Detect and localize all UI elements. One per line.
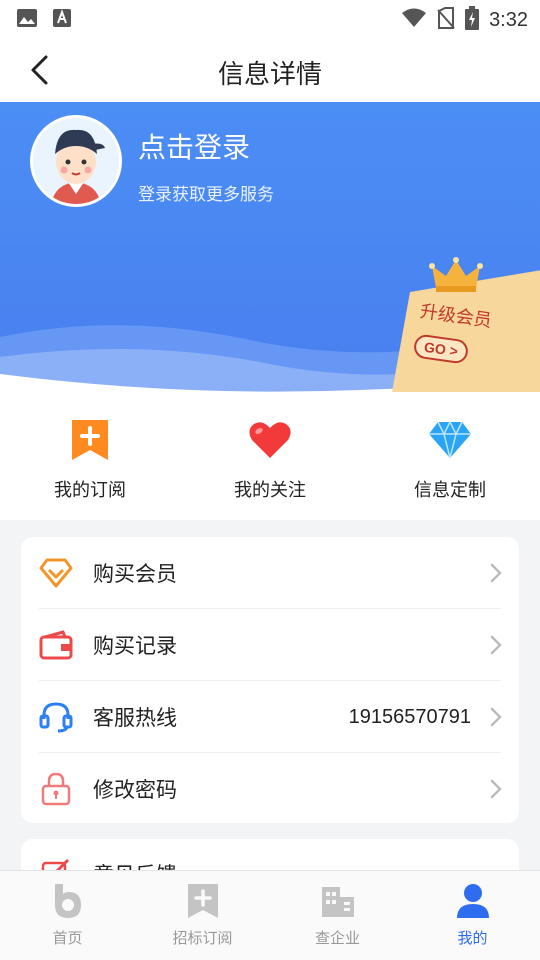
menu-item-hotline[interactable]: 客服热线 19156570791 — [21, 681, 519, 753]
tab-label: 我的 — [457, 929, 488, 947]
tab-home[interactable]: 首页 — [0, 871, 135, 960]
building-icon — [318, 881, 358, 921]
status-time: 3:32 — [489, 8, 528, 31]
chevron-right-icon — [490, 635, 502, 655]
no-sim-icon — [437, 7, 455, 33]
tab-label: 查企业 — [314, 929, 360, 947]
heart-icon — [246, 416, 294, 464]
quick-action-label: 我的订阅 — [54, 480, 126, 501]
avatar[interactable] — [30, 115, 122, 207]
status-bar: 3:32 — [0, 0, 540, 36]
quick-action-subscribe[interactable]: 我的订阅 — [0, 392, 180, 520]
diamond-icon — [426, 416, 474, 464]
settings-menu-card: 购买会员 购买记录 客服热线 19156570791 修改密码 — [21, 537, 519, 823]
wifi-icon — [401, 8, 427, 32]
home-b-icon — [48, 881, 88, 921]
menu-item-label: 购买会员 — [93, 562, 177, 586]
chevron-right-icon — [490, 707, 502, 727]
user-icon — [453, 881, 493, 921]
hotline-number: 19156570791 — [348, 705, 471, 728]
bottom-tab-bar: 首页 招标订阅 查企业 我的 — [0, 870, 540, 960]
quick-action-follow[interactable]: 我的关注 — [180, 392, 360, 520]
vip-diamond-icon — [39, 556, 73, 590]
login-subtitle: 登录获取更多服务 — [138, 185, 274, 205]
page-title: 信息详情 — [217, 60, 322, 90]
tab-company-search[interactable]: 查企业 — [270, 871, 405, 960]
crown-icon — [429, 257, 483, 292]
chevron-right-icon — [490, 563, 502, 583]
menu-item-buy-vip[interactable]: 购买会员 — [21, 537, 519, 609]
menu-item-change-password[interactable]: 修改密码 — [21, 753, 519, 825]
nav-bar: 信息详情 — [0, 36, 540, 102]
headset-icon — [39, 700, 73, 734]
tab-mine[interactable]: 我的 — [405, 871, 540, 960]
tab-bid-subscribe[interactable]: 招标订阅 — [135, 871, 270, 960]
login-title[interactable]: 点击登录 — [138, 126, 250, 166]
image-notification-icon — [16, 8, 38, 32]
battery-icon — [465, 6, 480, 34]
menu-item-label: 购买记录 — [93, 634, 177, 658]
font-notification-icon — [52, 8, 72, 32]
tab-label: 首页 — [52, 929, 83, 947]
lock-icon — [39, 772, 73, 806]
quick-actions: 我的订阅 我的关注 信息定制 — [0, 392, 540, 520]
bookmark-plus-icon — [66, 416, 114, 464]
tab-label: 招标订阅 — [172, 929, 233, 947]
chevron-right-icon — [490, 779, 502, 799]
menu-item-label: 客服热线 — [93, 706, 177, 730]
quick-action-customize[interactable]: 信息定制 — [360, 392, 540, 520]
quick-action-label: 信息定制 — [414, 480, 486, 501]
cartoon-avatar-icon — [33, 118, 119, 204]
menu-item-label: 修改密码 — [93, 778, 177, 802]
wallet-icon — [39, 628, 73, 662]
quick-action-label: 我的关注 — [234, 480, 306, 501]
menu-item-purchase-history[interactable]: 购买记录 — [21, 609, 519, 681]
bookmark-tab-icon — [183, 881, 223, 921]
